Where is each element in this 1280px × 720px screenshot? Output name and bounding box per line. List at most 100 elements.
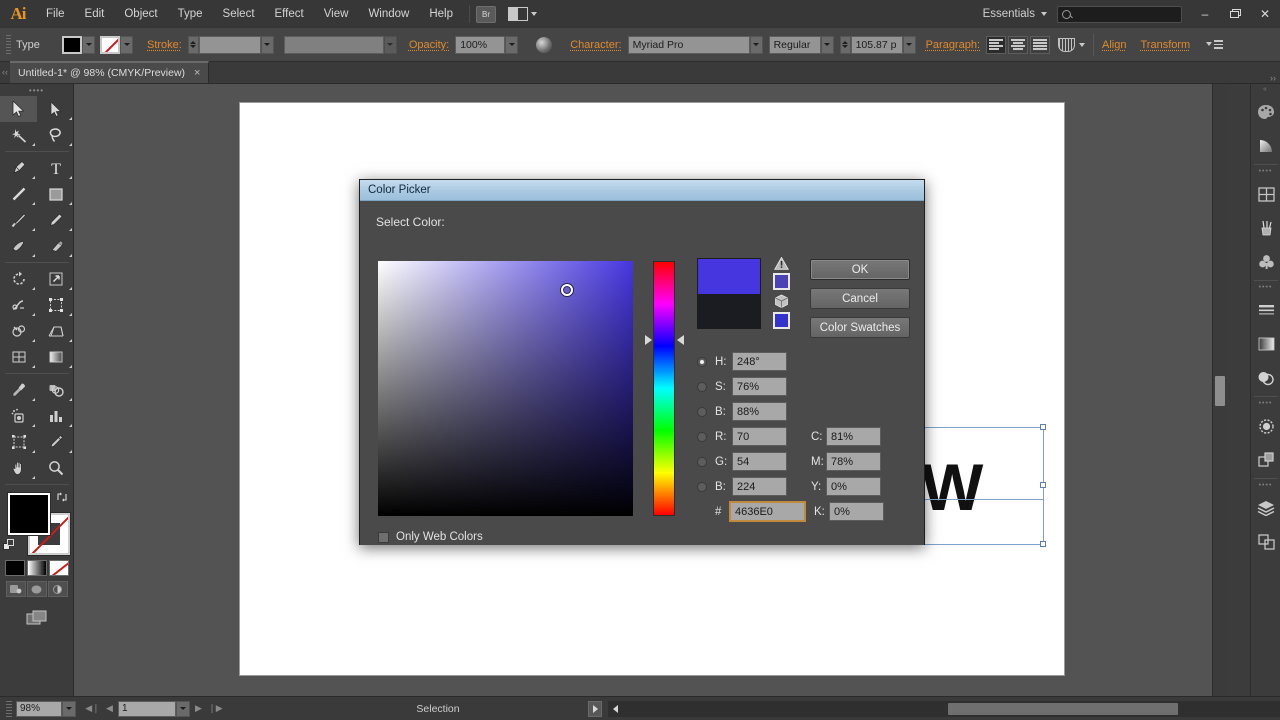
- dock-collapse-button[interactable]: «: [1251, 84, 1280, 95]
- color-swatches-button[interactable]: Color Swatches: [810, 317, 910, 338]
- color-field-marker[interactable]: [561, 284, 573, 296]
- envelope-distort-control[interactable]: [1058, 38, 1085, 52]
- menu-object[interactable]: Object: [114, 0, 167, 28]
- brightness-radio[interactable]: [697, 407, 707, 417]
- default-fill-stroke-icon[interactable]: [3, 539, 17, 553]
- font-size-input[interactable]: 105.87 p: [851, 36, 903, 54]
- graphic-styles-icon[interactable]: [1251, 443, 1280, 477]
- selection-handle[interactable]: [1040, 541, 1046, 547]
- stroke-profile-dropdown-button[interactable]: [384, 36, 397, 54]
- symbols-icon[interactable]: [1251, 245, 1280, 279]
- blend-tool[interactable]: [37, 377, 74, 403]
- restore-button[interactable]: [1220, 0, 1250, 28]
- only-web-colors-checkbox[interactable]: [378, 532, 389, 543]
- appearance-icon[interactable]: [1251, 409, 1280, 443]
- swap-fill-stroke-icon[interactable]: [56, 491, 68, 503]
- stroke-weight-control[interactable]: [188, 36, 274, 54]
- tools-panel-grip[interactable]: ••••: [0, 84, 73, 96]
- paragraph-label[interactable]: Paragraph:: [926, 39, 980, 51]
- opacity-dropdown-button[interactable]: [505, 36, 518, 54]
- zoom-level-dropdown-button[interactable]: [62, 701, 76, 717]
- none-fill-button[interactable]: [49, 560, 69, 576]
- font-size-dropdown-button[interactable]: [903, 36, 916, 54]
- status-bar-grip[interactable]: [6, 701, 12, 717]
- blue-input[interactable]: 224: [732, 477, 787, 496]
- gradient-tool[interactable]: [37, 344, 74, 370]
- green-radio[interactable]: [697, 457, 707, 467]
- stroke-panel-icon[interactable]: [1251, 293, 1280, 327]
- menu-view[interactable]: View: [314, 0, 359, 28]
- normal-screen-mode-button[interactable]: [6, 581, 26, 597]
- hue-slider[interactable]: [653, 261, 675, 516]
- transparency-icon[interactable]: [1251, 361, 1280, 395]
- color-picker-title-bar[interactable]: Color Picker: [360, 180, 924, 201]
- control-panel-menu-button[interactable]: [1206, 40, 1223, 48]
- transform-panel-link[interactable]: Transform: [1140, 39, 1190, 51]
- gradient-panel-icon[interactable]: [1251, 327, 1280, 361]
- stroke-swatch[interactable]: [100, 36, 120, 54]
- fill-swatch[interactable]: [62, 36, 82, 54]
- hand-tool[interactable]: [0, 455, 37, 481]
- artboard-number-input[interactable]: 1: [118, 701, 176, 717]
- ok-button[interactable]: OK: [810, 259, 910, 280]
- magic-wand-tool[interactable]: [0, 122, 37, 148]
- recolor-artwork-icon[interactable]: [536, 37, 552, 53]
- opacity-input[interactable]: 100%: [455, 36, 505, 54]
- red-input[interactable]: 70: [732, 427, 787, 446]
- dock-group-grip[interactable]: ••••: [1251, 282, 1280, 293]
- full-screen-menu-bar-button[interactable]: [27, 581, 47, 597]
- green-input[interactable]: 54: [732, 452, 787, 471]
- font-family-dropdown-button[interactable]: [750, 36, 763, 54]
- menu-select[interactable]: Select: [213, 0, 265, 28]
- current-color-swatch[interactable]: [698, 294, 760, 329]
- yellow-input[interactable]: 0%: [826, 477, 881, 496]
- first-artboard-button[interactable]: ◀❘: [84, 701, 101, 717]
- lasso-tool[interactable]: [37, 122, 74, 148]
- font-style-dropdown-button[interactable]: [821, 36, 834, 54]
- eraser-tool[interactable]: [37, 233, 74, 259]
- line-segment-tool[interactable]: [0, 181, 37, 207]
- color-fill-button[interactable]: [5, 560, 25, 576]
- menu-edit[interactable]: Edit: [75, 0, 115, 28]
- horizontal-scrollbar-thumb[interactable]: [948, 703, 1178, 715]
- dock-group-grip[interactable]: ••••: [1251, 166, 1280, 177]
- character-label[interactable]: Character:: [570, 39, 621, 51]
- hue-slider-marker-left[interactable]: [645, 335, 652, 345]
- horizontal-scrollbar[interactable]: [608, 701, 1280, 717]
- symbol-sprayer-tool[interactable]: [0, 403, 37, 429]
- next-artboard-button[interactable]: ▶: [190, 701, 207, 717]
- document-tab[interactable]: Untitled-1* @ 98% (CMYK/Preview) ×: [10, 61, 209, 83]
- minimize-button[interactable]: –: [1190, 0, 1220, 28]
- hue-slider-marker-right[interactable]: [677, 335, 684, 345]
- zoom-level-input[interactable]: 98%: [16, 701, 62, 717]
- font-family-control[interactable]: Myriad Pro: [628, 36, 763, 54]
- fill-control[interactable]: [62, 36, 95, 54]
- color-panel-icon[interactable]: [1251, 95, 1280, 129]
- document-window-icon[interactable]: [18, 605, 55, 631]
- blue-radio[interactable]: [697, 482, 707, 492]
- font-size-control[interactable]: 105.87 p: [840, 36, 916, 54]
- menu-file[interactable]: File: [36, 0, 75, 28]
- menu-window[interactable]: Window: [358, 0, 419, 28]
- brushes-icon[interactable]: [1251, 211, 1280, 245]
- align-center-button[interactable]: [1008, 36, 1028, 54]
- perspective-grid-tool[interactable]: [37, 318, 74, 344]
- font-style-input[interactable]: Regular: [769, 36, 821, 54]
- shape-builder-tool[interactable]: [0, 318, 37, 344]
- last-artboard-button[interactable]: ❘▶: [207, 701, 224, 717]
- eyedropper-tool[interactable]: [0, 377, 37, 403]
- slice-tool[interactable]: [37, 429, 74, 455]
- dock-group-grip[interactable]: ••••: [1251, 398, 1280, 409]
- stroke-weight-stepper[interactable]: [188, 36, 199, 54]
- full-screen-mode-button[interactable]: [48, 581, 68, 597]
- artboards-icon[interactable]: [1251, 525, 1280, 559]
- workspace-switcher[interactable]: Essentials: [977, 8, 1041, 20]
- width-tool[interactable]: [0, 292, 37, 318]
- saturation-brightness-field[interactable]: [378, 261, 633, 516]
- direct-selection-tool[interactable]: [37, 96, 74, 122]
- hex-input[interactable]: 4636E0: [730, 502, 805, 521]
- in-gamut-color-swatch[interactable]: [773, 273, 790, 290]
- layers-icon[interactable]: [1251, 491, 1280, 525]
- selection-tool[interactable]: [0, 96, 37, 122]
- mesh-tool[interactable]: [0, 344, 37, 370]
